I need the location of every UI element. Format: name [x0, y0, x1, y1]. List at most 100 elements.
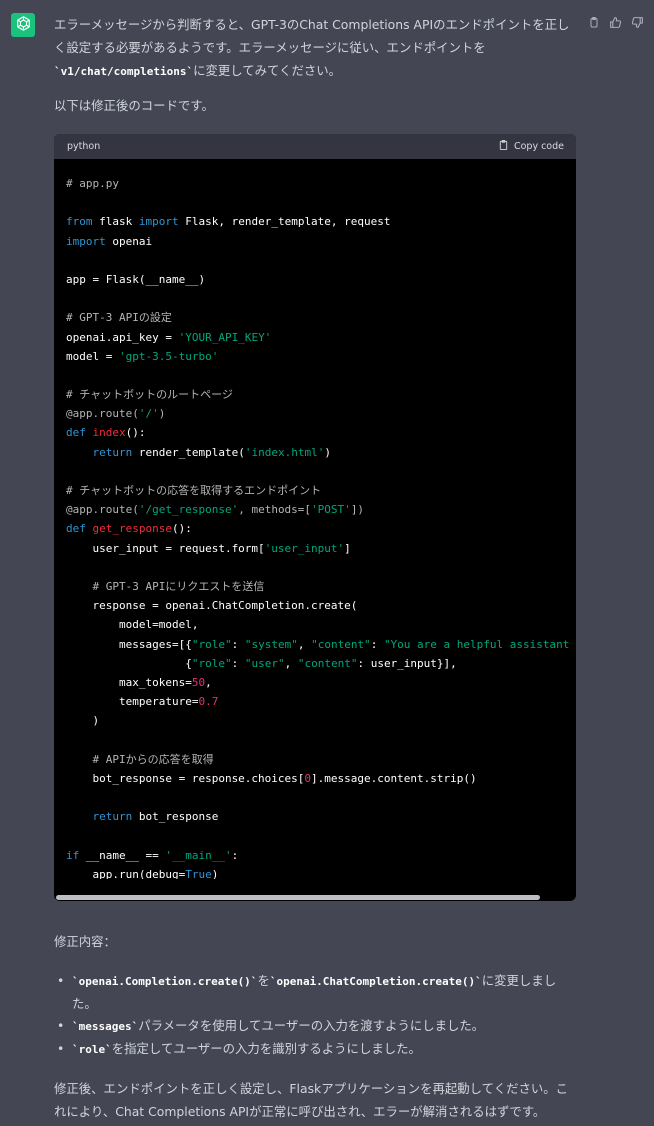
code-token: "content" — [297, 656, 358, 670]
code-token: # チャットボットのルートページ — [66, 388, 233, 402]
code-token: , — [284, 656, 298, 670]
code-intro-text: 以下は修正後のコードです。 — [54, 98, 214, 113]
code-line: def index(): — [66, 423, 576, 442]
code-line: def get_response(): — [66, 519, 576, 538]
code-token: ) — [158, 407, 166, 421]
clipboard-icon — [498, 139, 509, 154]
intro-paragraph: エラーメッセージから判断すると、GPT-3のChat Completions A… — [54, 13, 576, 83]
code-token: def — [66, 426, 86, 440]
assistant-message: エラーメッセージから判断すると、GPT-3のChat Completions A… — [54, 13, 576, 1123]
code-content: # app.py from flask import Flask, render_… — [54, 159, 576, 879]
assistant-avatar — [11, 13, 35, 37]
inline-code: `openai.Completion.create()` — [72, 975, 258, 988]
code-token: if — [66, 848, 80, 862]
code-token: def — [66, 522, 86, 536]
outro-paragraph: 修正後、エンドポイントを正しく設定し、Flaskアプリケーションを再起動してくだ… — [54, 1081, 569, 1119]
code-token: Flask, render_template, request — [178, 215, 391, 229]
code-token: ] — [344, 541, 351, 555]
code-token: import — [66, 234, 106, 248]
copy-message-button[interactable] — [586, 15, 601, 30]
code-token: "You are a helpful assistant — [383, 637, 570, 651]
code-token: 'gpt-3.5-turbo' — [118, 349, 219, 363]
code-horizontal-scrollbar[interactable] — [56, 895, 540, 900]
code-block: python Copy code # app.py from flask impo… — [54, 134, 576, 901]
code-token: bot_response — [132, 810, 219, 824]
code-token: # GPT-3 APIにリクエストを送信 — [92, 579, 265, 593]
code-token: '__main__' — [165, 848, 232, 862]
code-token: ) — [66, 714, 100, 728]
code-token: bot_response = response.choices[ — [66, 771, 305, 785]
code-token: 'POST' — [311, 503, 351, 517]
code-line: max_tokens=50, — [66, 673, 576, 692]
code-line: @app.route('/') — [66, 404, 576, 423]
like-button[interactable] — [608, 15, 623, 30]
code-token: "role" — [191, 656, 232, 670]
code-token: @app.route( — [66, 407, 139, 421]
code-line: return bot_response — [66, 807, 576, 826]
code-token: 50 — [191, 675, 206, 689]
code-token: # app.py — [66, 177, 119, 190]
code-token: @app.route( — [66, 503, 139, 517]
code-line: app = Flask(__name__) — [66, 270, 576, 289]
code-token: return — [92, 445, 133, 459]
changes-list: `openai.Completion.create()`を`openai.Cha… — [54, 970, 576, 1061]
copy-code-button[interactable]: Copy code — [498, 139, 564, 154]
code-token: ].message.content.strip() — [311, 771, 477, 785]
code-line: # チャットボットの応答を取得するエンドポイント — [66, 481, 576, 500]
code-line: import openai — [66, 232, 576, 251]
code-line: messages=[{"role": "system", "content": … — [66, 635, 576, 654]
code-line: # APIからの応答を取得 — [66, 750, 576, 769]
thumbs-down-icon — [630, 15, 645, 30]
code-token: user_input = request.form[ — [66, 541, 265, 555]
code-line: app.run(debug=True) — [66, 865, 576, 879]
code-token: model = — [66, 349, 119, 363]
change-list-item: `messages`パラメータを使用してユーザーの入力を渡すようにしました。 — [54, 1015, 576, 1038]
code-token: messages=[{ — [66, 637, 192, 651]
inline-code: `role` — [72, 1043, 112, 1056]
code-line: # app.py — [66, 174, 576, 193]
code-line: # チャットボットのルートページ — [66, 385, 576, 404]
code-token: "role" — [191, 637, 232, 651]
text-segment: を — [257, 973, 270, 988]
code-line: @app.route('/get_response', methods=['PO… — [66, 500, 576, 519]
code-token: ) — [324, 445, 331, 459]
openai-logo-icon — [15, 15, 32, 36]
code-line: response = openai.ChatCompletion.create( — [66, 596, 576, 615]
code-token: (): — [125, 426, 146, 440]
code-token: # APIからの応答を取得 — [92, 752, 214, 766]
code-token: render_template( — [132, 445, 245, 459]
code-token: : — [231, 637, 245, 651]
dislike-button[interactable] — [630, 15, 645, 30]
code-line: if __name__ == '__main__': — [66, 846, 576, 865]
changes-heading: 修正内容： — [54, 934, 116, 949]
code-line: return render_template('index.html') — [66, 443, 576, 462]
code-token: __name__ == — [79, 848, 166, 862]
inline-code: `messages` — [72, 1020, 139, 1033]
code-token: response = openai.ChatCompletion.create( — [66, 599, 358, 613]
code-token: True — [185, 867, 212, 879]
code-token: get_response — [92, 522, 172, 536]
inline-code: `openai.ChatCompletion.create()` — [269, 975, 482, 988]
code-token: : user_input}], — [357, 656, 457, 670]
code-line: {"role": "user", "content": user_input}]… — [66, 654, 576, 673]
code-token: model=model, — [66, 618, 199, 632]
code-line: from flask import Flask, render_template… — [66, 212, 576, 231]
thumbs-up-icon — [608, 15, 623, 30]
code-token: import — [138, 215, 179, 229]
change-list-item: `role`を指定してユーザーの入力を識別するようにしました。 — [54, 1038, 576, 1061]
code-token: 'YOUR_API_KEY' — [178, 330, 272, 344]
code-line: model = 'gpt-3.5-turbo' — [66, 347, 576, 366]
code-block-header: python Copy code — [54, 134, 576, 159]
code-token: 'user_input' — [264, 541, 345, 555]
code-token: (): — [171, 522, 192, 536]
